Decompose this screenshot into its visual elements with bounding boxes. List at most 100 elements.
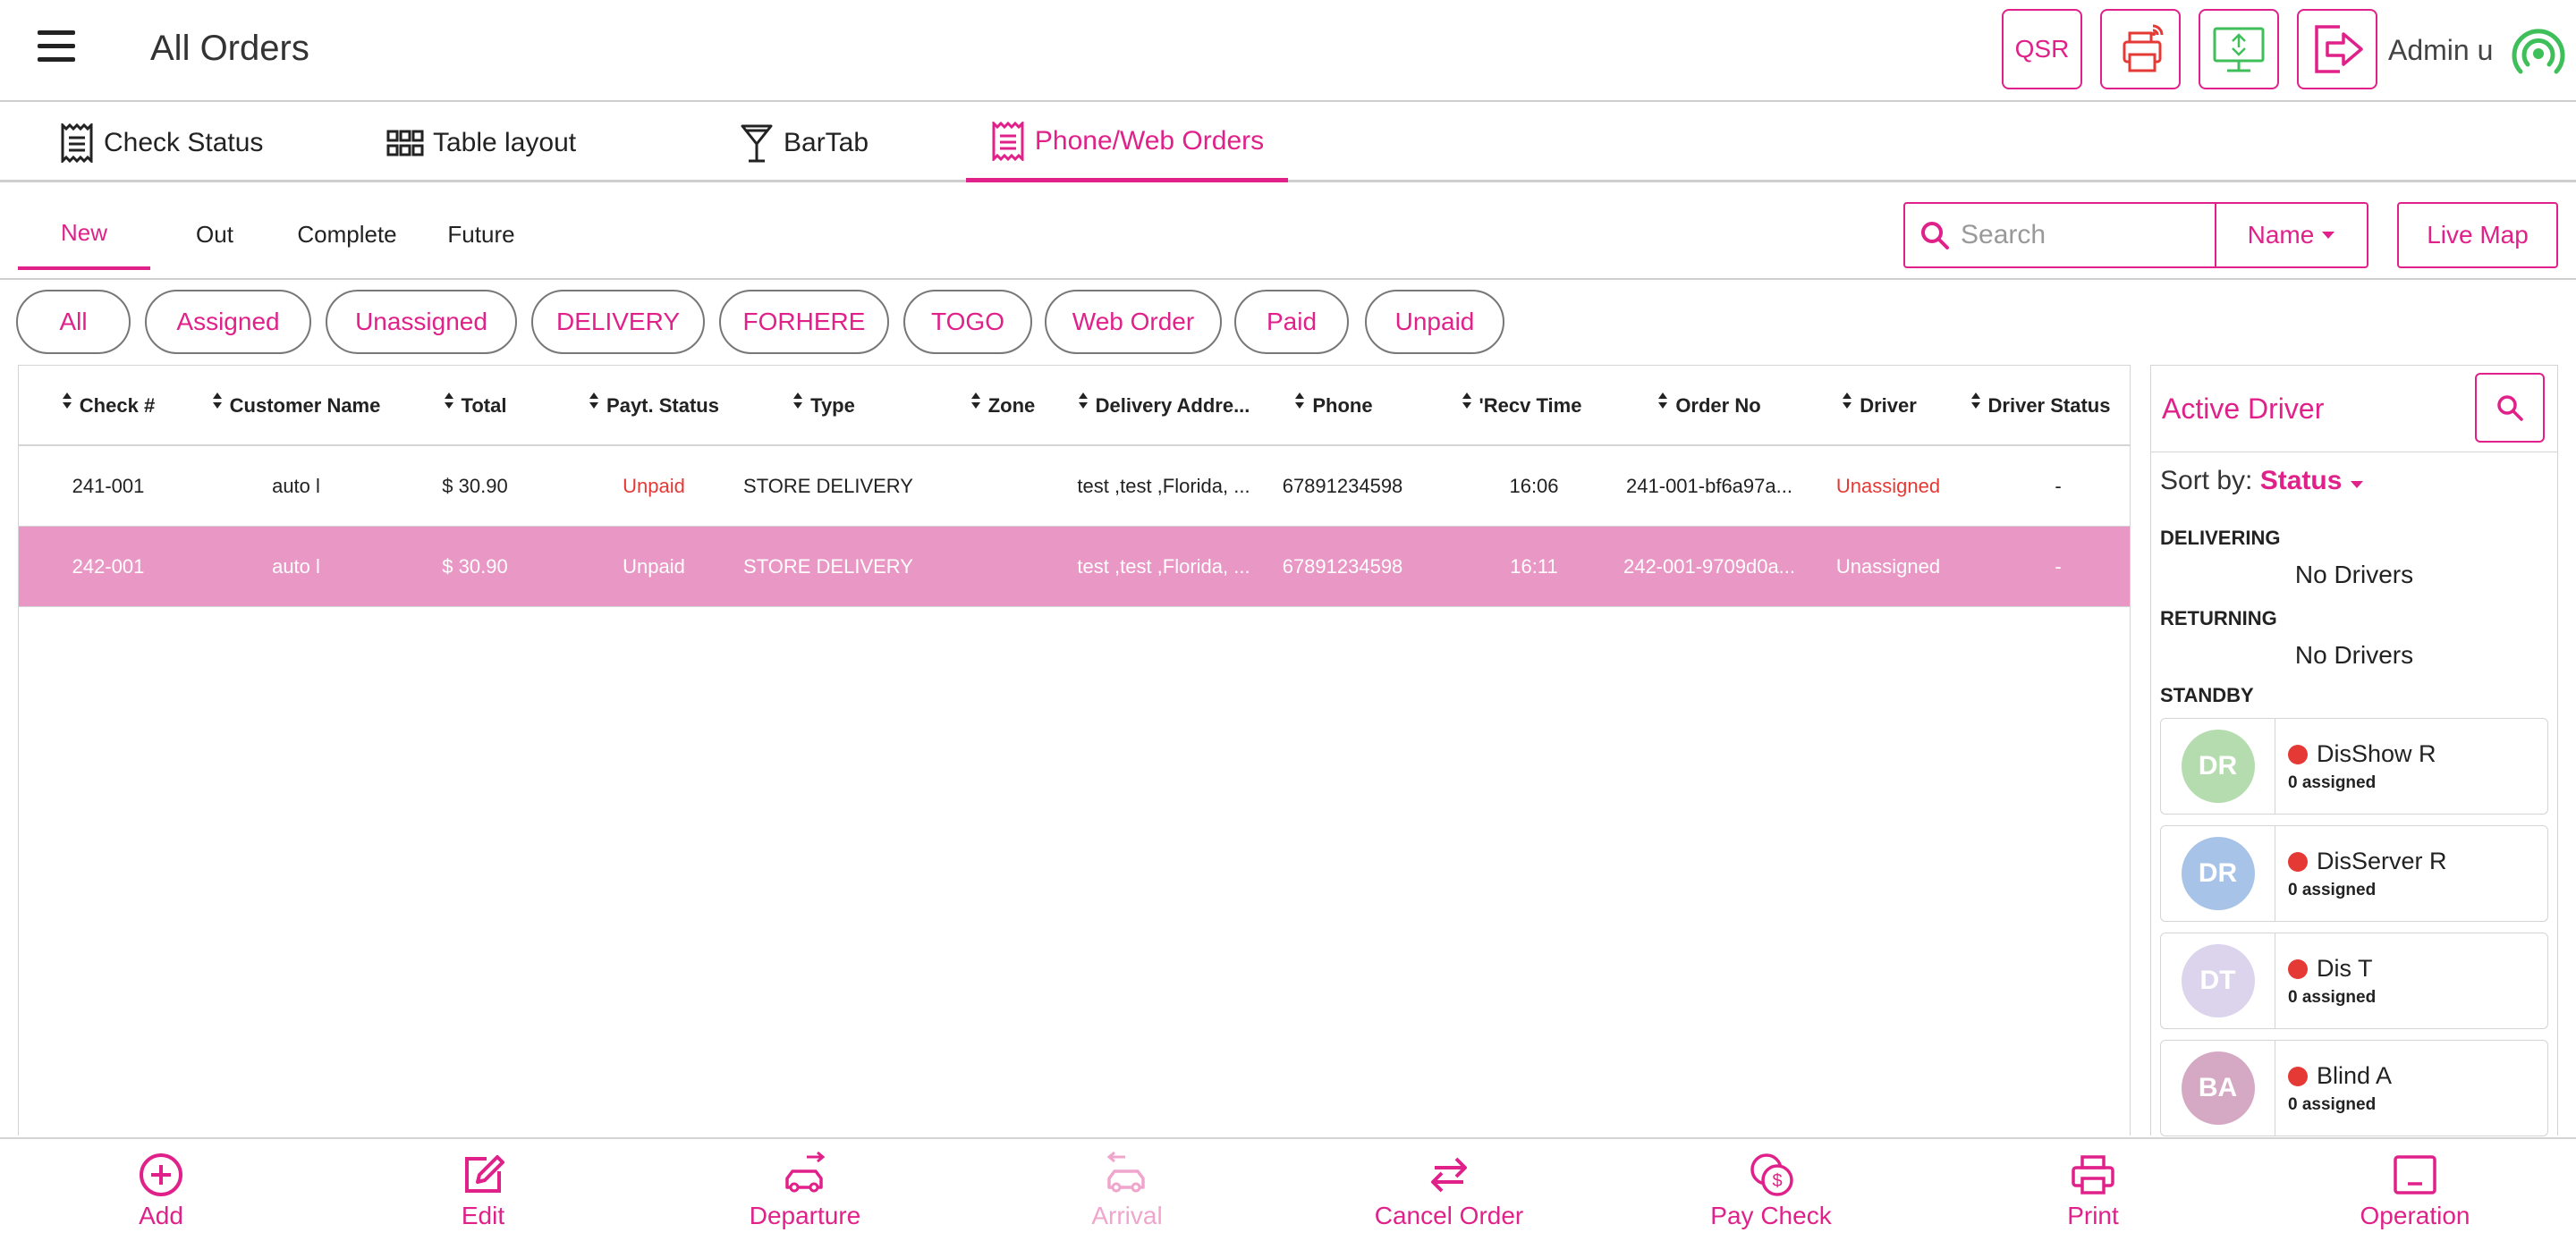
driver-search-button[interactable] (2475, 373, 2545, 443)
cell-payt-status: Unpaid (623, 555, 685, 578)
print-label: Print (2067, 1202, 2119, 1229)
filter-unpaid[interactable]: Unpaid (1365, 290, 1504, 354)
cell-check: 242-001 (72, 555, 145, 578)
driver-card[interactable]: DR DisServer R 0 assigned (2160, 825, 2548, 922)
arrival-button[interactable]: Arrival (993, 1139, 1261, 1241)
page-title: All Orders (150, 29, 309, 68)
driver-card[interactable]: DT Dis T 0 assigned (2160, 933, 2548, 1029)
operation-icon (2394, 1155, 2436, 1195)
qsr-button[interactable]: QSR (2002, 9, 2082, 89)
col-delivery-address[interactable]: Delivery Addre... (1056, 366, 1271, 446)
col-recv-time[interactable]: 'Recv Time (1432, 366, 1611, 446)
search-input[interactable] (1961, 220, 2193, 250)
col-payt-status[interactable]: Payt. Status (555, 366, 752, 446)
tab-label: BarTab (784, 128, 869, 157)
receipt-icon (992, 121, 1024, 161)
table-row-selected[interactable]: 242-001 auto l $ 30.90 Unpaid STORE DELI… (19, 527, 2130, 607)
operation-button[interactable]: Operation (2281, 1139, 2549, 1241)
col-customer[interactable]: Customer Name (189, 366, 403, 446)
orders-table: Check # Customer Name Total Payt. Status… (18, 365, 2131, 1135)
subtab-complete[interactable]: Complete (284, 198, 410, 270)
departure-button[interactable]: Departure (671, 1139, 939, 1241)
divider (0, 278, 2576, 280)
printer-wifi-icon (2123, 24, 2164, 72)
filter-paid[interactable]: Paid (1234, 290, 1349, 354)
coins-icon: $ (1750, 1153, 1793, 1196)
tab-check-status[interactable]: Check Status (59, 104, 263, 182)
driver-name: Dis T (2317, 955, 2373, 982)
cell-driver: Unassigned (1835, 555, 1941, 578)
subtab-new[interactable]: New (18, 198, 150, 270)
cell-recv-time: 16:11 (1510, 555, 1558, 578)
sort-icon (1078, 393, 1088, 409)
logout-button[interactable] (2297, 9, 2377, 89)
driver-name: DisServer R (2317, 848, 2447, 874)
section-returning: RETURNING (2160, 607, 2277, 629)
user-name[interactable]: Admin u (2388, 34, 2493, 67)
col-driver-status[interactable]: Driver Status (1951, 366, 2130, 446)
pay-check-button[interactable]: $ Pay Check (1637, 1139, 1905, 1241)
print-button[interactable]: Print (1959, 1139, 2227, 1241)
app-header: All Orders QSR Admin u (0, 0, 2576, 102)
status-dot-icon (2288, 958, 2308, 979)
table-row[interactable]: 241-001 auto l $ 30.90 Unpaid STORE DELI… (19, 446, 2130, 527)
col-total[interactable]: Total (394, 366, 555, 446)
driver-assigned-count: 0 assigned (2288, 773, 2377, 792)
status-dot-icon (2288, 744, 2308, 764)
status-dot-icon (2288, 1066, 2308, 1086)
sort-icon (970, 393, 980, 409)
cell-payt-status: Unpaid (623, 475, 685, 497)
avatar: DR (2181, 730, 2255, 803)
sort-icon (212, 393, 222, 409)
filter-assigned[interactable]: Assigned (145, 290, 311, 354)
cell-total: $ 30.90 (442, 475, 508, 497)
col-phone[interactable]: Phone (1253, 366, 1414, 446)
tab-bartab[interactable]: BarTab (739, 104, 869, 182)
tab-phone-web-orders[interactable]: Phone/Web Orders (966, 104, 1288, 182)
display-sync-button[interactable] (2199, 9, 2279, 89)
sort-icon (793, 393, 803, 409)
cell-recv-time: 16:06 (1509, 475, 1559, 497)
search-icon (2497, 395, 2523, 421)
driver-assigned-count: 0 assigned (2288, 1095, 2377, 1114)
search-field-dropdown[interactable]: Name (2215, 202, 2368, 268)
col-driver[interactable]: Driver (1808, 366, 1951, 446)
add-button[interactable]: Add (27, 1139, 295, 1241)
col-zone[interactable]: Zone (931, 366, 1074, 446)
arrival-label: Arrival (1091, 1202, 1163, 1229)
plus-circle-icon (140, 1153, 182, 1196)
cell-type: STORE DELIVERY (743, 555, 913, 578)
edit-icon (465, 1155, 504, 1193)
filter-unassigned[interactable]: Unassigned (326, 290, 517, 354)
tab-label: Table layout (433, 128, 577, 157)
driver-card[interactable]: BA Blind A 0 assigned (2160, 1040, 2548, 1136)
swap-arrows-icon (1431, 1157, 1467, 1193)
filter-togo[interactable]: TOGO (903, 290, 1032, 354)
filter-web-order[interactable]: Web Order (1045, 290, 1222, 354)
cell-total: $ 30.90 (442, 555, 508, 578)
tab-label: Phone/Web Orders (1034, 125, 1265, 156)
subtab-future[interactable]: Future (429, 198, 533, 270)
operation-label: Operation (2360, 1202, 2470, 1229)
edit-label: Edit (461, 1202, 505, 1229)
driver-card[interactable]: DR DisShow R 0 assigned (2160, 718, 2548, 815)
cancel-order-button[interactable]: Cancel Order (1315, 1139, 1583, 1241)
dropdown-label: Name (2247, 221, 2315, 249)
filter-forhere[interactable]: FORHERE (719, 290, 889, 354)
filter-delivery[interactable]: DELIVERY (531, 290, 705, 354)
search-box[interactable] (1903, 202, 2216, 268)
subtab-out[interactable]: Out (170, 198, 259, 270)
col-check[interactable]: Check # (19, 366, 198, 446)
sort-icon (1658, 393, 1668, 409)
printer-status-button[interactable] (2100, 9, 2181, 89)
live-map-button[interactable]: Live Map (2397, 202, 2558, 268)
col-type[interactable]: Type (734, 366, 913, 446)
col-order-no[interactable]: Order No (1611, 366, 1808, 446)
tab-table-layout[interactable]: Table layout (386, 104, 576, 182)
filter-all[interactable]: All (16, 290, 131, 354)
cell-order-no: 242-001-9709d0a... (1623, 555, 1796, 578)
menu-icon[interactable] (38, 30, 77, 70)
avatar-container: DT (2161, 933, 2275, 1028)
sort-by-control[interactable]: Sort by: Status (2160, 466, 2364, 496)
edit-button[interactable]: Edit (349, 1139, 617, 1241)
